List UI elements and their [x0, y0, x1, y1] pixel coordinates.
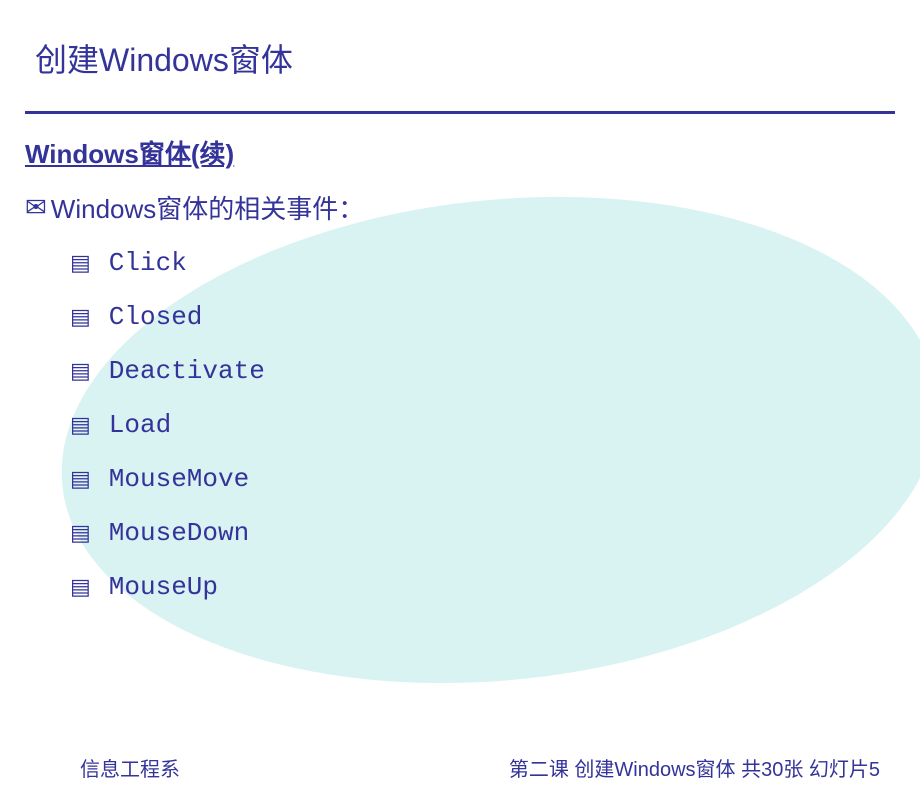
list-item: ▤ MouseUp	[70, 560, 920, 614]
document-icon: ▤	[70, 412, 91, 438]
document-icon: ▤	[70, 466, 91, 492]
intro-line: ✉ Windows窗体的相关事件：	[0, 171, 920, 226]
footer-left: 信息工程系	[80, 753, 180, 782]
document-icon: ▤	[70, 304, 91, 330]
event-name: Deactivate	[109, 356, 265, 386]
list-item: ▤ Deactivate	[70, 344, 920, 398]
envelope-icon: ✉	[25, 192, 47, 223]
event-name: Closed	[109, 302, 203, 332]
document-icon: ▤	[70, 574, 91, 600]
document-icon: ▤	[70, 520, 91, 546]
footer-right: 第二课 创建Windows窗体 共30张 幻灯片5	[509, 753, 880, 782]
event-name: MouseMove	[109, 464, 249, 494]
intro-text: Windows窗体的相关事件：	[51, 189, 364, 226]
slide-footer: 信息工程系 第二课 创建Windows窗体 共30张 幻灯片5	[0, 753, 920, 782]
section-heading: Windows窗体(续)	[0, 114, 920, 171]
list-item: ▤ MouseDown	[70, 506, 920, 560]
slide-title: 创建Windows窗体	[0, 0, 920, 81]
list-item: ▤ MouseMove	[70, 452, 920, 506]
event-name: Load	[109, 410, 171, 440]
event-list: ▤ Click ▤ Closed ▤ Deactivate ▤ Load ▤ M…	[0, 226, 920, 614]
list-item: ▤ Click	[70, 236, 920, 290]
list-item: ▤ Load	[70, 398, 920, 452]
event-name: MouseUp	[109, 572, 218, 602]
slide-content: 创建Windows窗体 Windows窗体(续) ✉ Windows窗体的相关事…	[0, 0, 920, 614]
document-icon: ▤	[70, 358, 91, 384]
event-name: Click	[109, 248, 187, 278]
list-item: ▤ Closed	[70, 290, 920, 344]
document-icon: ▤	[70, 250, 91, 276]
event-name: MouseDown	[109, 518, 249, 548]
